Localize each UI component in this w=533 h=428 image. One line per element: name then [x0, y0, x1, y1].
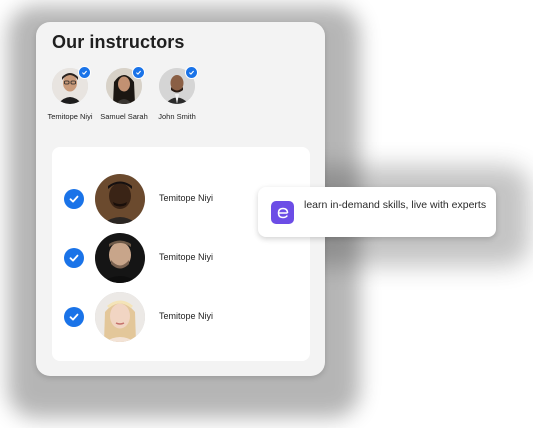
toast-message: learn in-demand skills, live with expert… — [304, 199, 487, 211]
check-icon[interactable] — [64, 248, 84, 268]
promo-toast[interactable]: learn in-demand skills, live with expert… — [258, 187, 496, 237]
instructor-name: Temitope Niyi — [159, 311, 214, 321]
top-instructor-strip: Temitope Niyi Samuel Sarah John Smith — [36, 66, 325, 128]
brand-logo-icon — [271, 201, 294, 224]
avatar — [95, 233, 145, 283]
list-item[interactable]: Temitope Niyi — [52, 233, 310, 283]
avatar — [106, 66, 145, 104]
instructor-list: Temitope Niyi Temitope Niyi Temitope Niy… — [52, 147, 310, 361]
list-item[interactable]: Temitope Niyi — [52, 292, 310, 342]
instructor-name: John Smith — [158, 112, 196, 121]
verified-check-icon — [185, 66, 198, 79]
avatar — [95, 174, 145, 224]
top-instructor-3[interactable]: John Smith — [142, 66, 212, 121]
instructor-name: Temitope Niyi — [159, 252, 214, 262]
avatar — [52, 66, 91, 104]
instructor-name: Temitope Niyi — [159, 193, 214, 203]
check-icon[interactable] — [64, 307, 84, 327]
avatar — [159, 66, 198, 104]
check-icon[interactable] — [64, 189, 84, 209]
avatar — [95, 292, 145, 342]
card-title: Our instructors — [52, 32, 185, 52]
